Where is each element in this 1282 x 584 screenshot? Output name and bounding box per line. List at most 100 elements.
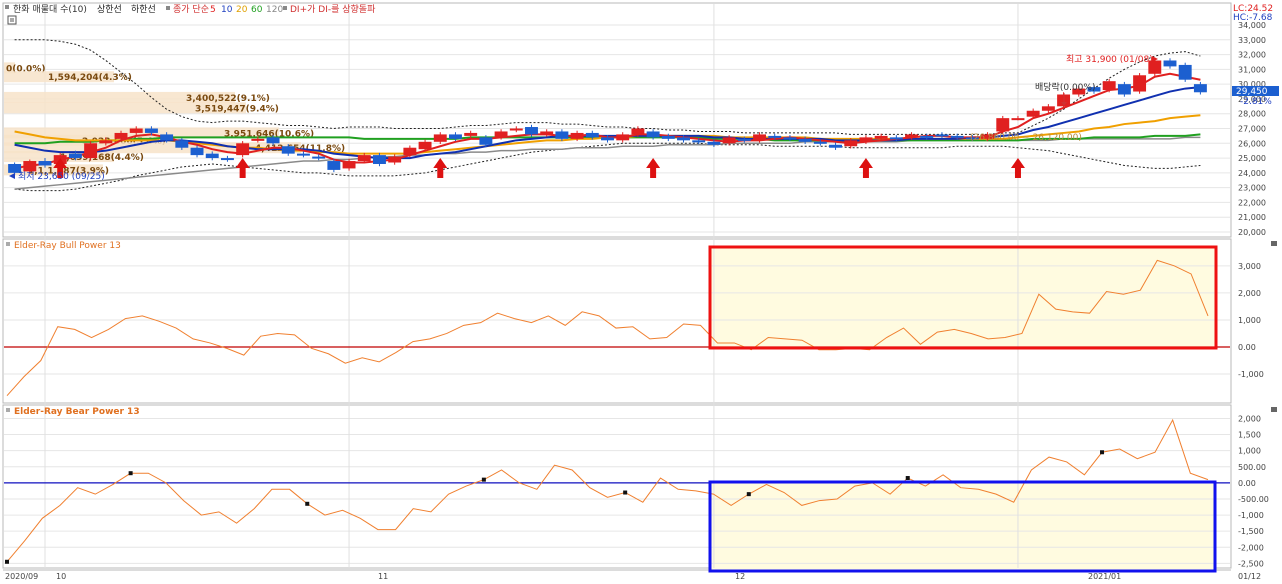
price-y-tick: 20,000 — [1238, 228, 1266, 237]
bear-y-tick: 1,500 — [1238, 431, 1261, 440]
candle-body — [479, 137, 493, 145]
price-y-tick: 25,000 — [1238, 154, 1266, 163]
price-y-tick: 28,000 — [1238, 110, 1266, 119]
bear-marker — [5, 559, 9, 564]
legend-ma5: 5 — [210, 5, 216, 15]
legend-ma60: 60 — [251, 5, 263, 15]
bull-y-tick: 1,000 — [1238, 316, 1261, 325]
legend-ma120: 120 — [266, 5, 283, 15]
candle-body — [525, 127, 538, 135]
candle-body — [920, 135, 934, 138]
candle-body — [1163, 60, 1177, 67]
candle-body — [84, 143, 98, 159]
candle-body — [889, 137, 903, 140]
level-range-annotation: (26,860.00 ~ 26,120.00) — [970, 133, 1082, 143]
legend-ma-prefix: 종가 단순 — [173, 4, 209, 15]
candle-body — [722, 137, 736, 144]
candle-body — [160, 134, 174, 141]
candle-body — [585, 132, 599, 138]
bear-marker — [305, 501, 310, 506]
candle-body — [677, 137, 690, 141]
candle-body — [144, 128, 158, 133]
candle-body — [464, 132, 478, 136]
bear-highlight-fill — [709, 481, 1216, 571]
candle-body — [418, 141, 432, 150]
bear-marker — [481, 477, 486, 482]
legend-upper: 상한선 — [97, 4, 122, 15]
candle-body — [175, 140, 189, 148]
price-change: -2.81% — [1240, 97, 1272, 107]
candle-body — [266, 137, 280, 144]
candle-body — [616, 134, 630, 141]
x-axis-label: 12 — [735, 572, 745, 581]
candle-body — [190, 147, 204, 156]
bull-y-tick: 0.00 — [1238, 343, 1256, 352]
price-y-tick: 31,000 — [1238, 65, 1266, 74]
candle-body — [494, 131, 508, 138]
x-axis-label: 2021/01 — [1088, 572, 1121, 581]
candle-body — [357, 155, 371, 162]
bull-panel-button[interactable] — [1271, 241, 1277, 246]
hc-readout: HC:-7.68 — [1233, 13, 1273, 23]
bear-marker — [746, 492, 751, 497]
candle-body — [646, 131, 660, 138]
candle-body — [844, 140, 858, 147]
bear-marker — [128, 471, 133, 476]
x-axis-label: 10 — [56, 572, 66, 581]
candle-body — [555, 131, 569, 139]
candle-body — [1117, 84, 1131, 95]
bear-marker — [1100, 450, 1105, 455]
bear-y-tick: -2,500 — [1238, 559, 1264, 568]
bull-panel-title: Elder-Ray Bull Power 13 — [14, 241, 121, 251]
candle-body — [601, 137, 614, 141]
volume-profile-label: 1,594,204(4.3%) — [48, 73, 132, 83]
candle-body — [1193, 84, 1207, 93]
bear-y-tick: 2,000 — [1238, 414, 1261, 423]
bear-marker — [623, 490, 628, 495]
price-y-tick: 26,000 — [1238, 139, 1266, 148]
x-axis-label: 2020/09 — [5, 572, 38, 581]
x-axis-label: 01/12 — [1238, 572, 1261, 581]
candle-body — [737, 138, 751, 141]
candle-body — [509, 128, 523, 131]
candle-body — [38, 161, 52, 166]
candle-body — [631, 128, 645, 135]
legend-title: 한화 매물대 수(10) — [13, 4, 87, 15]
candle-body — [433, 134, 447, 142]
candle-body — [692, 140, 706, 143]
bull-y-tick: -1,000 — [1238, 370, 1264, 379]
low-annotation: 최저 23,650 (09/25) — [18, 171, 105, 182]
bear-panel-title: Elder-Ray Bear Power 13 — [14, 407, 140, 417]
candle-body — [783, 137, 797, 140]
candle-body — [373, 155, 386, 164]
legend-signal: DI+가 DI-를 상향돌파 — [290, 3, 376, 15]
high-annotation: 최고 31,900 (01/08) — [1066, 54, 1153, 65]
candle-body — [950, 135, 964, 138]
candle-body — [813, 141, 827, 144]
candle-body — [1102, 81, 1116, 91]
candle-body — [99, 140, 113, 144]
candle-body — [403, 147, 417, 156]
candle-body — [327, 161, 341, 170]
candle-body — [1041, 106, 1055, 111]
price-y-tick: 21,000 — [1238, 213, 1266, 222]
candle-body — [1026, 110, 1040, 117]
candle-body — [874, 135, 888, 139]
bear-y-tick: 500.00 — [1238, 463, 1266, 472]
bear-panel-button[interactable] — [1271, 407, 1277, 412]
candle-body — [829, 144, 842, 148]
candle-body — [68, 153, 82, 159]
candle-body — [220, 158, 234, 161]
candle-body — [798, 138, 812, 142]
volume-profile-label: 3,519,447(9.4%) — [195, 104, 279, 114]
bear-y-tick: 1,000 — [1238, 447, 1261, 456]
legend-ma20: 20 — [236, 5, 248, 15]
candle-body — [905, 134, 919, 138]
candle-body — [1011, 118, 1025, 121]
bear-y-tick: -1,500 — [1238, 527, 1264, 536]
panel-settings-icon[interactable] — [7, 15, 17, 25]
candle-body — [768, 135, 782, 138]
candle-body — [114, 132, 128, 139]
candle-body — [1133, 75, 1147, 92]
bear-marker — [905, 476, 910, 481]
